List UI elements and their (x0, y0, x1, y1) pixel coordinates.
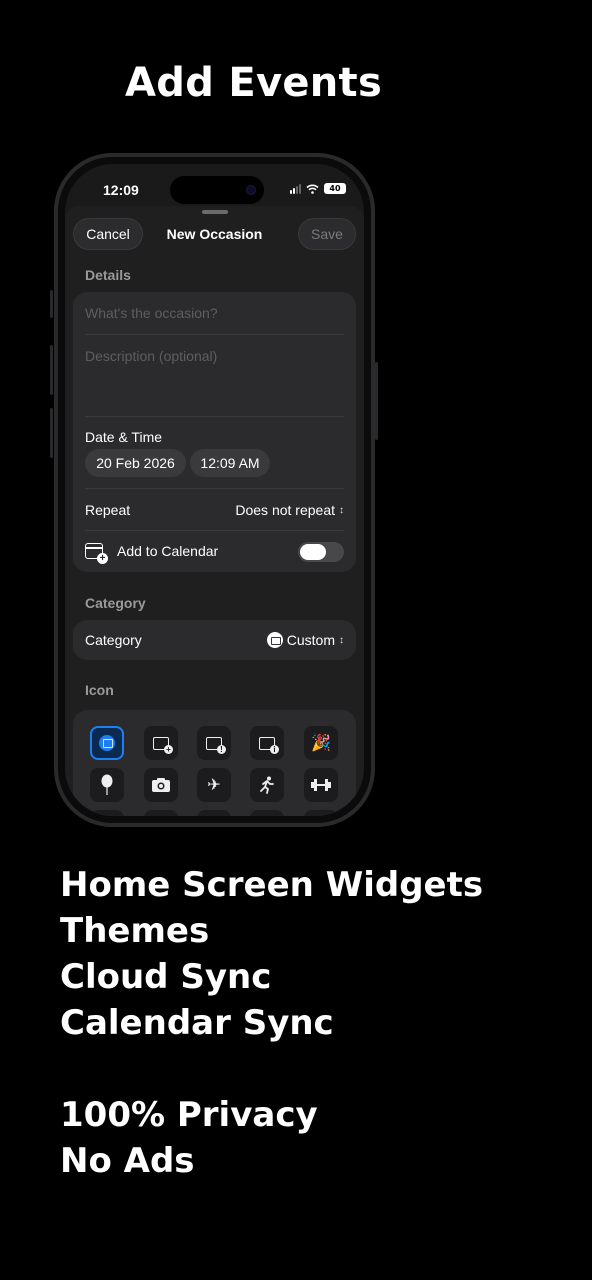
icon-option[interactable] (250, 810, 284, 816)
custom-category-icon (266, 632, 283, 648)
phone-screen: 12:09 40 Cancel New Occasion Save Detail (65, 164, 364, 816)
dumbbell-icon[interactable] (304, 768, 338, 802)
signal-icon (290, 183, 301, 194)
camera-icon (246, 185, 256, 195)
add-to-calendar-label: Add to Calendar (117, 543, 219, 559)
icon-option[interactable] (304, 810, 338, 816)
feature-item: Calendar Sync (60, 1003, 334, 1043)
balloon-icon[interactable] (90, 768, 124, 802)
status-time: 12:09 (103, 182, 139, 198)
category-label: Category (85, 632, 142, 648)
occasion-input[interactable]: What's the occasion? (85, 305, 218, 321)
feature-list: Home Screen Widgets Themes Cloud Sync Ca… (60, 862, 483, 1184)
phone-frame: 12:09 40 Cancel New Occasion Save Detail (54, 153, 375, 827)
volume-up-button (50, 345, 53, 395)
wifi-icon (306, 184, 319, 194)
feature-item: Themes (60, 911, 210, 951)
new-occasion-sheet: Cancel New Occasion Save Details What's … (65, 206, 364, 816)
party-popper-icon[interactable]: 🎉 (304, 726, 338, 760)
icon-section-label: Icon (85, 682, 114, 698)
details-section-label: Details (85, 267, 131, 283)
description-input[interactable]: Description (optional) (85, 348, 217, 364)
icon-grid: + ! i 🎉 ✈ (73, 710, 356, 816)
divider (85, 416, 344, 417)
repeat-value: Does not repeat (235, 502, 335, 518)
volume-down-button (50, 408, 53, 458)
dynamic-island (170, 176, 264, 204)
calendar-alert-icon[interactable]: ! (197, 726, 231, 760)
divider (85, 488, 344, 489)
action-button (50, 290, 53, 318)
divider (85, 334, 344, 335)
feature-item: Home Screen Widgets (60, 865, 484, 905)
date-time-label: Date & Time (85, 429, 163, 445)
icon-option[interactable] (197, 810, 231, 816)
camera-icon[interactable] (144, 768, 178, 802)
add-to-calendar-toggle[interactable] (298, 542, 344, 562)
time-picker-button[interactable]: 12:09 AM (190, 449, 270, 477)
feature-item: 100% Privacy (60, 1095, 318, 1135)
category-card: Category Custom ↕ (73, 620, 356, 660)
category-value: Custom (286, 632, 335, 648)
status-indicators: 40 (290, 183, 346, 194)
battery-indicator: 40 (324, 183, 346, 194)
save-button[interactable]: Save (298, 218, 356, 250)
divider (85, 530, 344, 531)
calendar-info-icon[interactable]: i (250, 726, 284, 760)
icon-option[interactable] (144, 810, 178, 816)
calendar-add-icon: + (85, 543, 108, 564)
airplane-icon[interactable]: ✈ (197, 768, 231, 802)
calendar-icon[interactable] (90, 726, 124, 760)
toggle-knob (300, 544, 326, 560)
headline: Add Events (125, 60, 383, 106)
category-section-label: Category (85, 595, 146, 611)
details-card: What's the occasion? Description (option… (73, 292, 356, 572)
runner-icon[interactable] (250, 768, 284, 802)
category-selector[interactable]: Custom ↕ (266, 632, 344, 648)
feature-item: No Ads (60, 1141, 195, 1181)
repeat-selector[interactable]: Does not repeat ↕ (235, 502, 344, 518)
chevron-updown-icon: ↕ (339, 634, 344, 646)
repeat-label: Repeat (85, 502, 131, 518)
icon-option[interactable] (90, 810, 124, 816)
feature-item: Cloud Sync (60, 957, 272, 997)
date-picker-button[interactable]: 20 Feb 2026 (85, 449, 186, 477)
power-button (375, 362, 378, 440)
chevron-updown-icon: ↕ (339, 504, 344, 516)
calendar-add-icon[interactable]: + (144, 726, 178, 760)
sheet-grabber[interactable] (201, 210, 228, 214)
